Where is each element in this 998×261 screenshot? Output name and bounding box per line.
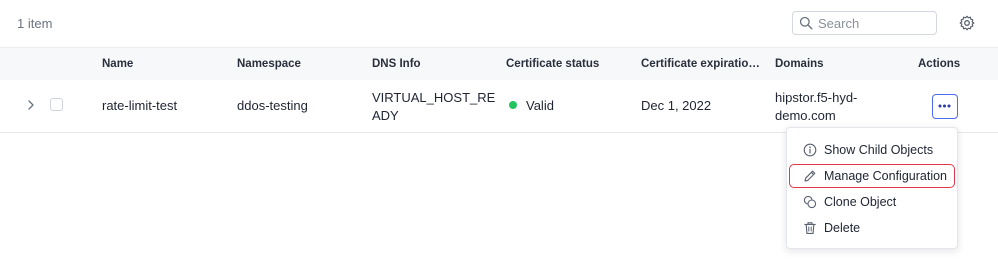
menu-item-delete[interactable]: Delete [789, 216, 955, 240]
cell-certificate-expiration: Dec 1, 2022 [641, 98, 712, 113]
menu-item-manage-configuration[interactable]: Manage Configuration [789, 164, 955, 188]
table-row: rate-limit-test ddos-testing VIRTUAL_HOS… [0, 80, 998, 133]
row-checkbox[interactable] [50, 98, 63, 111]
table-toolbar: 1 item [0, 0, 998, 46]
pencil-icon [804, 170, 816, 182]
search-box[interactable] [792, 11, 937, 35]
column-header-namespace[interactable]: Namespace [237, 58, 301, 70]
search-input[interactable] [818, 14, 930, 32]
column-header-certificate-expiration[interactable]: Certificate expiratio… [641, 58, 760, 70]
row-actions-button[interactable] [932, 94, 958, 119]
column-header-dns-info[interactable]: DNS Info [372, 58, 421, 70]
menu-item-label: Show Child Objects [824, 143, 934, 157]
actions-menu: Show Child Objects Manage Configuration … [786, 127, 958, 249]
column-header-certificate-status[interactable]: Certificate status [506, 58, 599, 70]
menu-item-show-child-objects[interactable]: Show Child Objects [789, 138, 955, 162]
trash-icon [804, 222, 816, 234]
clone-icon [803, 195, 817, 209]
table-header: Name Namespace DNS Info Certificate stat… [0, 47, 998, 80]
info-circle-icon [803, 143, 817, 157]
menu-item-label: Clone Object [824, 195, 897, 209]
menu-item-label: Delete [824, 221, 861, 235]
chevron-right-icon[interactable] [26, 99, 36, 111]
column-header-name[interactable]: Name [102, 58, 133, 70]
column-header-domains[interactable]: Domains [775, 58, 824, 70]
cell-domains: hipstor.f5-hyd-demo.com [775, 90, 858, 123]
column-header-actions: Actions [918, 58, 961, 70]
more-horizontal-icon [938, 104, 951, 108]
cell-name: rate-limit-test [102, 98, 178, 113]
cell-dns-info: VIRTUAL_HOST_READY [372, 90, 496, 123]
search-icon [799, 16, 813, 30]
menu-item-label: Manage Configuration [824, 169, 947, 183]
gear-icon[interactable] [959, 15, 975, 31]
menu-item-clone-object[interactable]: Clone Object [789, 190, 955, 214]
item-count: 1 item [17, 16, 53, 31]
status-dot-icon [509, 101, 517, 109]
cell-namespace: ddos-testing [237, 98, 308, 113]
cell-certificate-status: Valid [526, 98, 554, 113]
